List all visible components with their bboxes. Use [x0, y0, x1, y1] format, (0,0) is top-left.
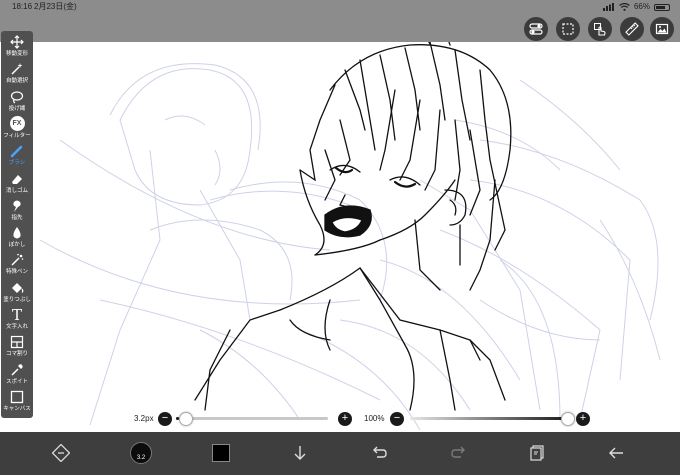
toggle-icon: [529, 23, 543, 35]
opacity-increase-button[interactable]: +: [576, 412, 590, 426]
tool-label: ブラシ: [8, 160, 26, 166]
special-pen-icon: [9, 252, 25, 268]
drawing-canvas[interactable]: [0, 42, 680, 432]
artwork-sketch: [39, 42, 661, 431]
move-icon: [9, 34, 25, 50]
text-icon: T: [9, 307, 25, 323]
text-icon-glyph: T: [11, 306, 22, 324]
undo-button[interactable]: [366, 440, 392, 466]
status-date: 2月23日(金): [34, 2, 77, 11]
smudge-icon: [9, 198, 25, 214]
redo-button[interactable]: [446, 440, 472, 466]
brush-settings-bar: 3.2px − + 100% − +: [0, 408, 680, 430]
opacity-slider[interactable]: [410, 417, 568, 420]
tool-label: 移動変形: [5, 51, 29, 57]
transform-button[interactable]: [48, 440, 74, 466]
tool-magic-wand[interactable]: 自動選択: [1, 61, 33, 88]
tool-palette: 移動変形自動選択投げ縄 FX フィルターブラシ消しゴム指先ぼかし特殊ペン塗りつぶし T…: [1, 31, 33, 418]
brush-preview-size: 3.2: [136, 455, 146, 461]
image-button[interactable]: [650, 17, 674, 41]
status-time: 18:16: [12, 2, 33, 11]
tool-label: ぼかし: [8, 242, 26, 248]
brush-preview-button[interactable]: 3.2: [128, 440, 154, 466]
brush-size-value: 3.2px: [134, 414, 154, 423]
layers-button[interactable]: [524, 440, 550, 466]
wifi-icon: [619, 3, 630, 11]
tool-filter[interactable]: FX フィルター: [1, 116, 33, 143]
battery-percent: 66%: [633, 2, 650, 11]
status-bar: 18:16 2月23日(金) 66%: [0, 0, 680, 14]
tool-label: 塗りつぶし: [3, 296, 31, 303]
canvas-icon: [9, 389, 25, 405]
brush-size-slider[interactable]: [176, 417, 328, 420]
tool-label: 消しゴム: [5, 187, 29, 194]
selection-button[interactable]: [556, 17, 580, 41]
status-indicators: 66%: [602, 0, 670, 14]
ruler-icon: [625, 22, 639, 36]
layers-icon: [530, 445, 544, 461]
battery-icon: [654, 3, 670, 11]
magic-wand-icon: [9, 61, 25, 77]
cellular-signal-icon: [602, 3, 614, 11]
eraser-icon: [9, 171, 25, 187]
tool-panel-divide[interactable]: コマ割り: [1, 334, 33, 361]
tool-label: 自動選択: [5, 78, 29, 85]
brush-preview-icon: 3.2: [130, 442, 152, 464]
tool-lasso[interactable]: 投げ縄: [1, 89, 33, 116]
redo-icon: [451, 446, 465, 458]
fill-bucket-icon: [9, 280, 25, 296]
color-picker-button[interactable]: [208, 440, 234, 466]
tool-eraser[interactable]: 消しゴム: [1, 171, 33, 198]
filter-icon: FX: [9, 116, 25, 132]
tool-label: 文字入れ: [5, 324, 29, 330]
tool-text[interactable]: T 文字入れ: [1, 307, 33, 334]
tool-label: 特殊ペン: [5, 269, 29, 276]
tool-label: 指先: [11, 215, 23, 221]
tool-label: 投げ縄: [8, 105, 26, 112]
image-icon: [655, 23, 669, 35]
ruler-button[interactable]: [620, 17, 644, 41]
tool-move[interactable]: 移動変形: [1, 34, 33, 61]
back-button[interactable]: [603, 440, 629, 466]
brush-size-decrease-button[interactable]: −: [158, 412, 172, 426]
tool-fill-bucket[interactable]: 塗りつぶし: [1, 280, 33, 307]
bottom-toolbar: 3.2: [0, 432, 680, 475]
transform-icon: [52, 444, 70, 462]
undo-icon: [373, 446, 387, 458]
brush-size-knob[interactable]: [179, 412, 194, 426]
download-button[interactable]: [287, 440, 313, 466]
brush-icon: [9, 143, 25, 159]
top-bar: [0, 14, 680, 42]
opacity-decrease-button[interactable]: −: [390, 412, 404, 426]
tool-label: フィルター: [3, 133, 31, 139]
blur-icon: [9, 225, 25, 241]
opacity-knob[interactable]: [561, 412, 575, 426]
brush-size-increase-button[interactable]: +: [338, 412, 352, 426]
filter-icon-glyph: FX: [9, 116, 25, 132]
color-swatch-icon: [212, 444, 230, 462]
lasso-icon: [9, 89, 25, 105]
hand-gesture-button[interactable]: [588, 17, 612, 41]
download-arrow-icon: [294, 446, 306, 460]
tool-smudge[interactable]: 指先: [1, 198, 33, 225]
hand-gesture-icon: [594, 23, 606, 36]
panel-divide-icon: [9, 334, 25, 350]
tool-eyedropper[interactable]: スポイト: [1, 362, 33, 389]
opacity-value: 100%: [364, 414, 385, 423]
tool-label: コマ割り: [5, 351, 29, 358]
tool-label: スポイト: [5, 378, 29, 385]
tool-special-pen[interactable]: 特殊ペン: [1, 252, 33, 279]
tool-blur[interactable]: ぼかし: [1, 225, 33, 252]
eyedropper-icon: [9, 362, 25, 378]
tool-brush[interactable]: ブラシ: [1, 143, 33, 170]
selection-icon: [562, 23, 574, 35]
toggle-button[interactable]: [524, 17, 548, 41]
back-arrow-icon: [609, 447, 623, 459]
